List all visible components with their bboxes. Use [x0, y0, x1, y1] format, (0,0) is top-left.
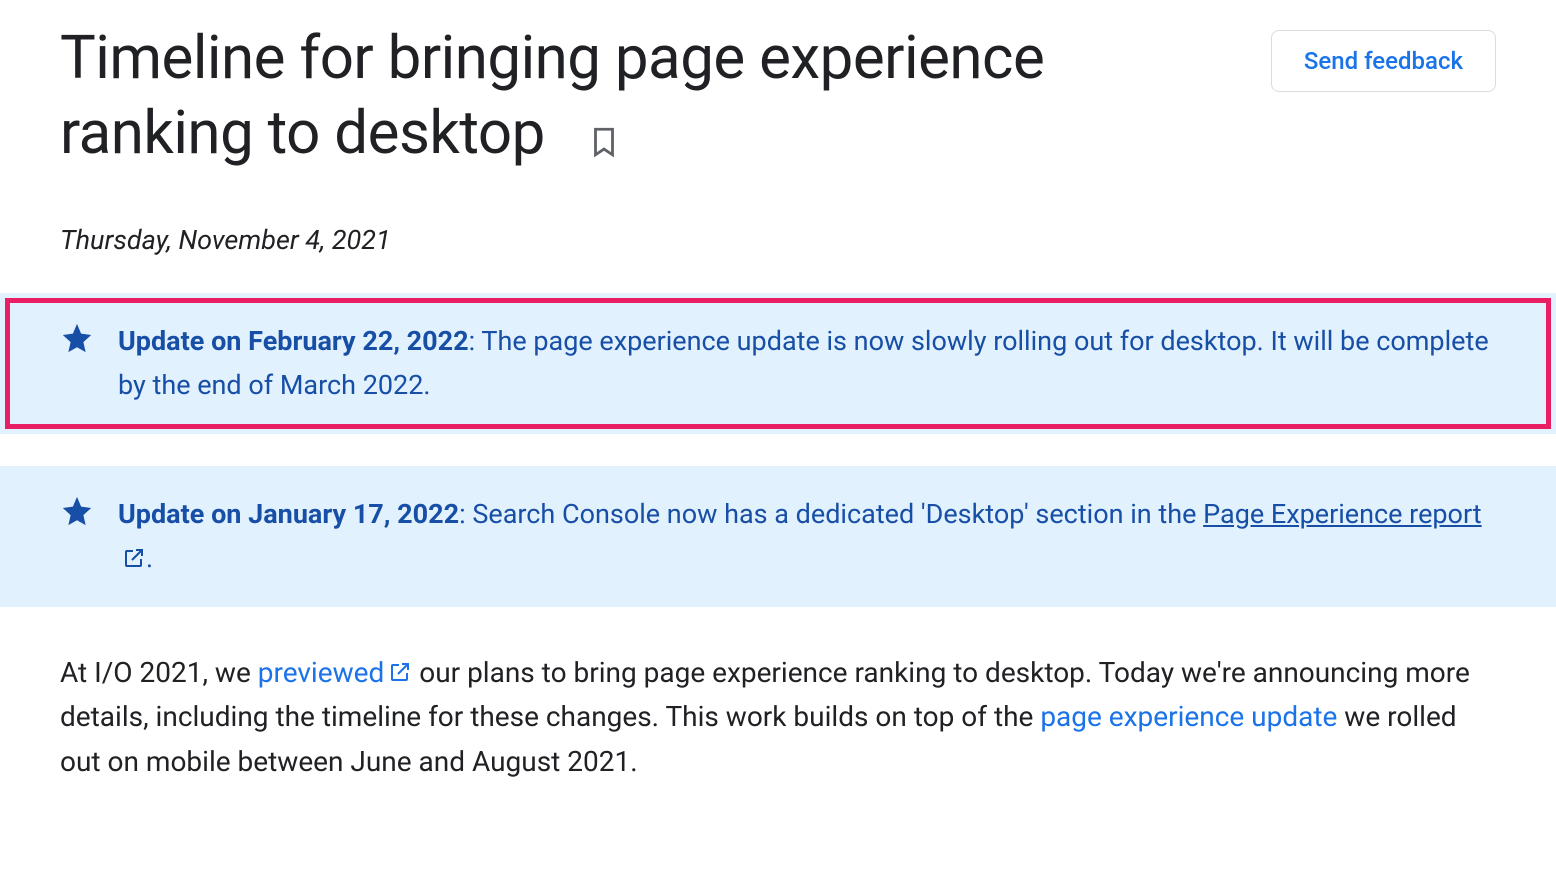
page-title-text: Timeline for bringing page experience ra… — [60, 22, 1044, 168]
update-callout: Update on February 22, 2022: The page ex… — [0, 293, 1556, 434]
callout-text: Update on January 17, 2022: Search Conso… — [118, 492, 1496, 581]
page-experience-update-link[interactable]: page experience update — [1040, 700, 1337, 733]
header-row: Timeline for bringing page experience ra… — [0, 0, 1556, 170]
callout-text: Update on February 22, 2022: The page ex… — [118, 319, 1496, 408]
link-text: Page Experience report — [1203, 498, 1481, 530]
title-block: Timeline for bringing page experience ra… — [60, 20, 1231, 170]
link-text: previewed — [258, 656, 385, 689]
article-container: Timeline for bringing page experience ra… — [0, 0, 1556, 825]
callout-label: Update on January 17, 2022 — [118, 498, 459, 530]
update-callout: Update on January 17, 2022: Search Conso… — [0, 466, 1556, 607]
send-feedback-button[interactable]: Send feedback — [1271, 30, 1496, 92]
star-icon — [60, 321, 94, 367]
callout-body-after: . — [146, 542, 153, 574]
publish-date: Thursday, November 4, 2021 — [0, 170, 1556, 261]
star-icon — [60, 494, 94, 540]
previewed-link[interactable]: previewed — [258, 656, 413, 689]
article-body: At I/O 2021, we previewed our plans to b… — [0, 607, 1556, 785]
callout-body-before: : Search Console now has a dedicated 'De… — [459, 498, 1203, 530]
callout-label: Update on February 22, 2022 — [118, 325, 469, 357]
bookmark-icon[interactable] — [587, 125, 621, 159]
external-link-icon — [388, 660, 412, 684]
page-title: Timeline for bringing page experience ra… — [60, 20, 1231, 170]
body-seg1: At I/O 2021, we — [60, 656, 258, 689]
external-link-icon — [122, 546, 146, 570]
